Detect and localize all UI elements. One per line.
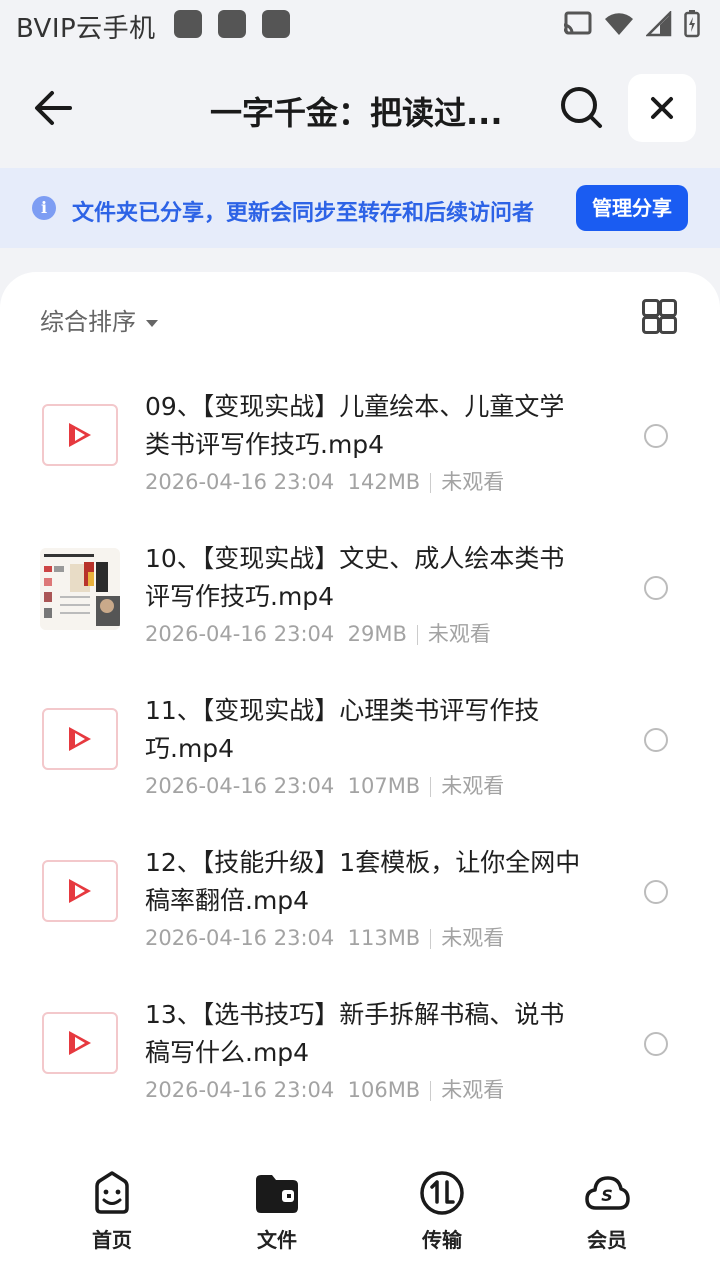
grid-view-toggle[interactable] — [642, 299, 677, 334]
wifi-icon — [605, 13, 633, 35]
select-checkbox[interactable] — [644, 1032, 668, 1056]
cloud-s-icon: S — [585, 1176, 630, 1210]
watch-status: 未观看 — [441, 470, 505, 494]
watch-status: 未观看 — [441, 1078, 505, 1102]
file-date: 2026-04-16 23:04 — [145, 1078, 335, 1102]
select-checkbox[interactable] — [644, 728, 668, 752]
select-checkbox[interactable] — [644, 880, 668, 904]
file-row[interactable]: 11、【变现实战】心理类书评写作技巧.mp4 2026-04-16 23:04 … — [0, 666, 720, 818]
sort-dropdown[interactable]: 综合排序 — [40, 302, 158, 337]
nav-transfer[interactable]: 传输 — [382, 1170, 502, 1253]
file-name: 13、【选书技巧】新手拆解书稿、说书稿写什么.mp4 — [145, 1000, 565, 1067]
file-size: 106MB — [347, 1078, 421, 1102]
nav-files[interactable]: 文件 — [217, 1170, 337, 1253]
search-button[interactable] — [556, 82, 606, 132]
file-name: 09、【变现实战】儿童绘本、儿童文学类书评写作技巧.mp4 — [145, 392, 565, 459]
share-notice: 文件夹已分享，更新会同步至转存和后续访问者 — [72, 201, 535, 226]
share-banner: i 文件夹已分享，更新会同步至转存和后续访问者 管理分享 — [0, 168, 720, 248]
nav-home[interactable]: 首页 — [52, 1170, 172, 1253]
header: 一字千金：把读过... — [0, 60, 720, 160]
grid-icon — [659, 299, 677, 317]
file-meta: 2026-04-16 23:04 29MB 未观看 — [145, 618, 491, 648]
watch-status: 未观看 — [441, 926, 505, 950]
file-date: 2026-04-16 23:04 — [145, 470, 335, 494]
smile-face-icon — [95, 1171, 129, 1214]
file-list: 09、【变现实战】儿童绘本、儿童文学类书评写作技巧.mp4 2026-04-16… — [0, 362, 720, 1122]
manage-share-button[interactable]: 管理分享 — [576, 185, 688, 231]
file-name: 12、【技能升级】1套模板，让你全网中稿率翻倍.mp4 — [145, 848, 581, 915]
grid-icon — [659, 316, 677, 334]
system-icons — [562, 10, 700, 38]
notification-icon — [218, 10, 246, 38]
arrow-left-icon — [35, 91, 72, 125]
video-thumbnail — [42, 708, 118, 770]
nav-label: 传输 — [422, 1228, 462, 1252]
file-row[interactable]: 10、【变现实战】文史、成人绘本类书评写作技巧.mp4 2026-04-16 2… — [0, 514, 720, 666]
info-icon: i — [32, 196, 56, 220]
file-list-panel: 综合排序 09、【变现实战】儿童绘本、儿童文学类书评写作技巧.mp4 2026-… — [0, 272, 720, 1280]
video-thumbnail-image — [40, 548, 120, 630]
back-button[interactable] — [30, 80, 80, 136]
file-name: 10、【变现实战】文史、成人绘本类书评写作技巧.mp4 — [145, 544, 565, 611]
grid-icon — [642, 316, 660, 334]
select-checkbox[interactable] — [644, 576, 668, 600]
cast-icon — [563, 11, 592, 35]
file-row[interactable]: 09、【变现实战】儿童绘本、儿童文学类书评写作技巧.mp4 2026-04-16… — [0, 362, 720, 514]
close-button[interactable] — [628, 74, 696, 142]
nav-label: 会员 — [587, 1228, 627, 1252]
video-thumbnail — [42, 1012, 118, 1074]
watch-status: 未观看 — [441, 774, 505, 798]
status-bar: BVIP云手机 — [0, 0, 720, 50]
file-date: 2026-04-16 23:04 — [145, 774, 335, 798]
file-meta: 2026-04-16 23:04 107MB 未观看 — [145, 770, 504, 800]
file-size: 113MB — [347, 926, 421, 950]
notification-icon — [262, 10, 290, 38]
file-size: 29MB — [347, 622, 407, 646]
nav-label: 首页 — [92, 1228, 132, 1252]
search-icon — [561, 87, 602, 128]
file-meta: 2026-04-16 23:04 113MB 未观看 — [145, 922, 504, 952]
file-meta: 2026-04-16 23:04 142MB 未观看 — [145, 466, 504, 496]
watch-status: 未观看 — [427, 622, 491, 646]
video-thumbnail — [42, 860, 118, 922]
carrier-name: BVIP云手机 — [16, 14, 156, 44]
select-checkbox[interactable] — [644, 424, 668, 448]
grid-icon — [642, 299, 660, 317]
file-size: 107MB — [347, 774, 421, 798]
battery-icon — [684, 10, 700, 38]
svg-text:S: S — [601, 1186, 613, 1205]
file-date: 2026-04-16 23:04 — [145, 622, 335, 646]
file-name: 11、【变现实战】心理类书评写作技巧.mp4 — [145, 696, 540, 763]
caret-down-icon — [146, 319, 158, 327]
file-size: 142MB — [347, 470, 421, 494]
transfer-icon — [420, 1171, 464, 1215]
file-row[interactable]: 13、【选书技巧】新手拆解书稿、说书稿写什么.mp4 2026-04-16 23… — [0, 970, 720, 1122]
bottom-nav: 首页 文件 传输 S 会员 — [0, 1150, 720, 1280]
video-thumbnail — [42, 404, 118, 466]
sort-label: 综合排序 — [40, 308, 136, 336]
page-title: 一字千金：把读过... — [210, 94, 503, 132]
file-row[interactable]: 12、【技能升级】1套模板，让你全网中稿率翻倍.mp4 2026-04-16 2… — [0, 818, 720, 970]
file-date: 2026-04-16 23:04 — [145, 926, 335, 950]
notification-icon — [174, 10, 202, 38]
nav-membership[interactable]: S 会员 — [547, 1170, 667, 1253]
file-meta: 2026-04-16 23:04 106MB 未观看 — [145, 1074, 504, 1104]
signal-icon — [646, 11, 672, 37]
close-icon — [651, 97, 673, 119]
nav-label: 文件 — [257, 1228, 297, 1252]
folder-icon — [256, 1175, 298, 1213]
